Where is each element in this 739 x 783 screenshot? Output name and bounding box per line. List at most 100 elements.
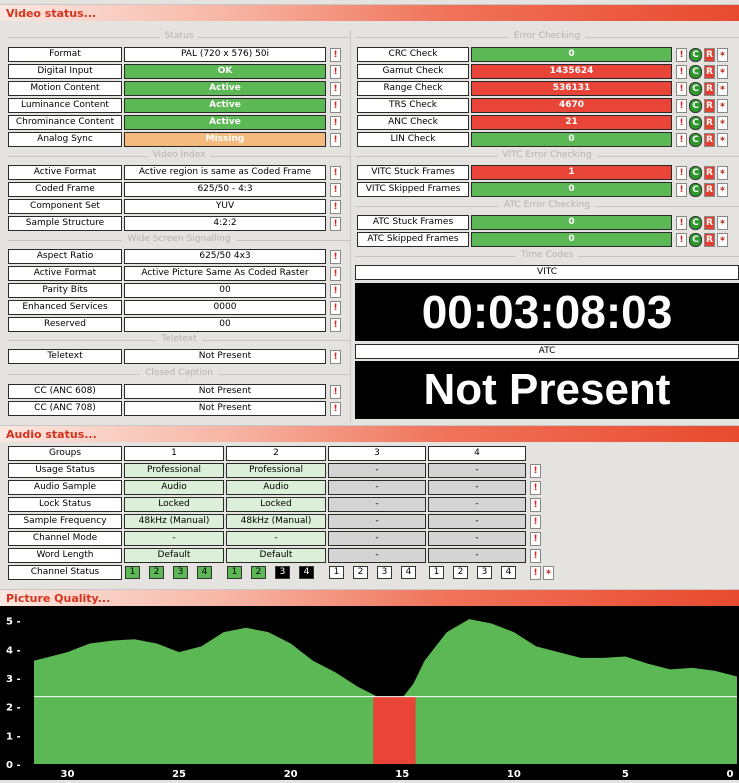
alert-icon[interactable]: ! (330, 166, 341, 180)
alert-icon[interactable]: ! (676, 99, 687, 113)
cycle-icon[interactable]: C (689, 216, 702, 230)
alert-icon[interactable]: ! (330, 133, 341, 147)
speaker-mute-icon[interactable]: ✶ (717, 233, 728, 247)
alert-icon[interactable]: ! (330, 385, 341, 399)
speaker-mute-icon[interactable]: ✶ (717, 82, 728, 96)
alert-icon[interactable]: ! (330, 65, 341, 79)
alert-icon[interactable]: ! (330, 402, 341, 416)
channel-status-label: Channel Status (8, 565, 122, 580)
reset-icon[interactable]: R (704, 116, 715, 130)
group-status-label: Status (159, 31, 199, 41)
status-row-label: Chrominance Content (8, 115, 122, 130)
reset-icon[interactable]: R (704, 65, 715, 79)
reset-icon[interactable]: R (704, 99, 715, 113)
alert-icon[interactable]: ! (676, 48, 687, 62)
alert-icon[interactable]: ! (530, 549, 541, 563)
reset-icon[interactable]: R (704, 133, 715, 147)
picture-quality-header[interactable]: Picture Quality... (0, 589, 739, 606)
alert-icon[interactable]: ! (330, 48, 341, 62)
reset-icon[interactable]: R (704, 166, 715, 180)
wss-row-value: Active Picture Same As Coded Raster (124, 266, 326, 281)
alert-icon[interactable]: ! (530, 566, 541, 580)
alert-icon[interactable]: ! (676, 183, 687, 197)
alert-icon[interactable]: ! (530, 464, 541, 478)
alert-icon[interactable]: ! (676, 133, 687, 147)
reset-icon[interactable]: R (704, 233, 715, 247)
audio-cell: - (328, 548, 426, 563)
status-row-value: OK (124, 64, 326, 79)
speaker-mute-icon[interactable]: ✶ (717, 116, 728, 130)
alert-icon[interactable]: ! (330, 267, 341, 281)
x-tick-label: 0 (727, 769, 734, 780)
video-index-row-label: Coded Frame (8, 182, 122, 197)
cycle-icon[interactable]: C (689, 99, 702, 113)
alert-icon[interactable]: ! (330, 116, 341, 130)
speaker-mute-icon[interactable]: ✶ (717, 166, 728, 180)
audio-cell: Default (226, 548, 326, 563)
reset-icon[interactable]: R (704, 48, 715, 62)
audio-cell: - (428, 497, 526, 512)
alert-icon[interactable]: ! (330, 250, 341, 264)
speaker-mute-icon[interactable]: ✶ (717, 133, 728, 147)
alert-icon[interactable]: ! (676, 82, 687, 96)
alert-icon[interactable]: ! (330, 82, 341, 96)
atc-timecode: Not Present (355, 361, 739, 419)
audio-cell: Default (124, 548, 224, 563)
channel-status-box: 1 (227, 566, 242, 579)
alert-icon[interactable]: ! (330, 99, 341, 113)
alert-icon[interactable]: ! (330, 183, 341, 197)
speaker-mute-icon[interactable]: ✶ (717, 65, 728, 79)
speaker-mute-icon[interactable]: ✶ (717, 183, 728, 197)
vitc-label: VITC (355, 265, 739, 280)
cycle-icon[interactable]: C (689, 233, 702, 247)
video-index-row-label: Sample Structure (8, 216, 122, 231)
cycle-icon[interactable]: C (689, 65, 702, 79)
video-status-header[interactable]: Video status... (0, 4, 739, 21)
channel-status-box: 1 (125, 566, 140, 579)
alert-icon[interactable]: ! (330, 318, 341, 332)
audio-cell: Audio (226, 480, 326, 495)
cycle-icon[interactable]: C (689, 82, 702, 96)
reset-icon[interactable]: R (704, 216, 715, 230)
alert-icon[interactable]: ! (330, 350, 341, 364)
alert-icon[interactable]: ! (676, 216, 687, 230)
audio-cell: - (226, 531, 326, 546)
alert-icon[interactable]: ! (330, 217, 341, 231)
alert-icon[interactable]: ! (530, 481, 541, 495)
channel-status-box: 3 (477, 566, 492, 579)
status-row-value: Missing (124, 132, 326, 147)
alert-icon[interactable]: ! (530, 532, 541, 546)
cc-row-value: Not Present (124, 401, 326, 416)
status-row-label: Luminance Content (8, 98, 122, 113)
alert-icon[interactable]: ! (330, 200, 341, 214)
speaker-mute-icon[interactable]: ✶ (717, 48, 728, 62)
alert-icon[interactable]: ! (330, 284, 341, 298)
vitc-timecode: 00:03:08:03 (355, 283, 739, 341)
speaker-mute-icon[interactable]: ✶ (543, 566, 554, 580)
channel-status-box: 3 (173, 566, 188, 579)
group-error-checking: Error Checking (355, 31, 739, 43)
channel-status-box: 4 (501, 566, 516, 579)
reset-icon[interactable]: R (704, 82, 715, 96)
cycle-icon[interactable]: C (689, 48, 702, 62)
speaker-mute-icon[interactable]: ✶ (717, 99, 728, 113)
cycle-icon[interactable]: C (689, 183, 702, 197)
alert-icon[interactable]: ! (676, 166, 687, 180)
wss-row-label: Active Format (8, 266, 122, 281)
cycle-icon[interactable]: C (689, 116, 702, 130)
cycle-icon[interactable]: C (689, 166, 702, 180)
alert-icon[interactable]: ! (330, 301, 341, 315)
alert-icon[interactable]: ! (676, 233, 687, 247)
speaker-mute-icon[interactable]: ✶ (717, 216, 728, 230)
reset-icon[interactable]: R (704, 183, 715, 197)
group-video-index: Video Index (8, 150, 350, 162)
vitc-row-value: 0 (471, 182, 672, 197)
audio-status-header[interactable]: Audio status... (0, 425, 739, 442)
alert-icon[interactable]: ! (676, 65, 687, 79)
alert-icon[interactable]: ! (676, 116, 687, 130)
audio-cell: Locked (124, 497, 224, 512)
cycle-icon[interactable]: C (689, 133, 702, 147)
group-atc-error: ATC Error Checking (355, 200, 739, 212)
alert-icon[interactable]: ! (530, 515, 541, 529)
alert-icon[interactable]: ! (530, 498, 541, 512)
